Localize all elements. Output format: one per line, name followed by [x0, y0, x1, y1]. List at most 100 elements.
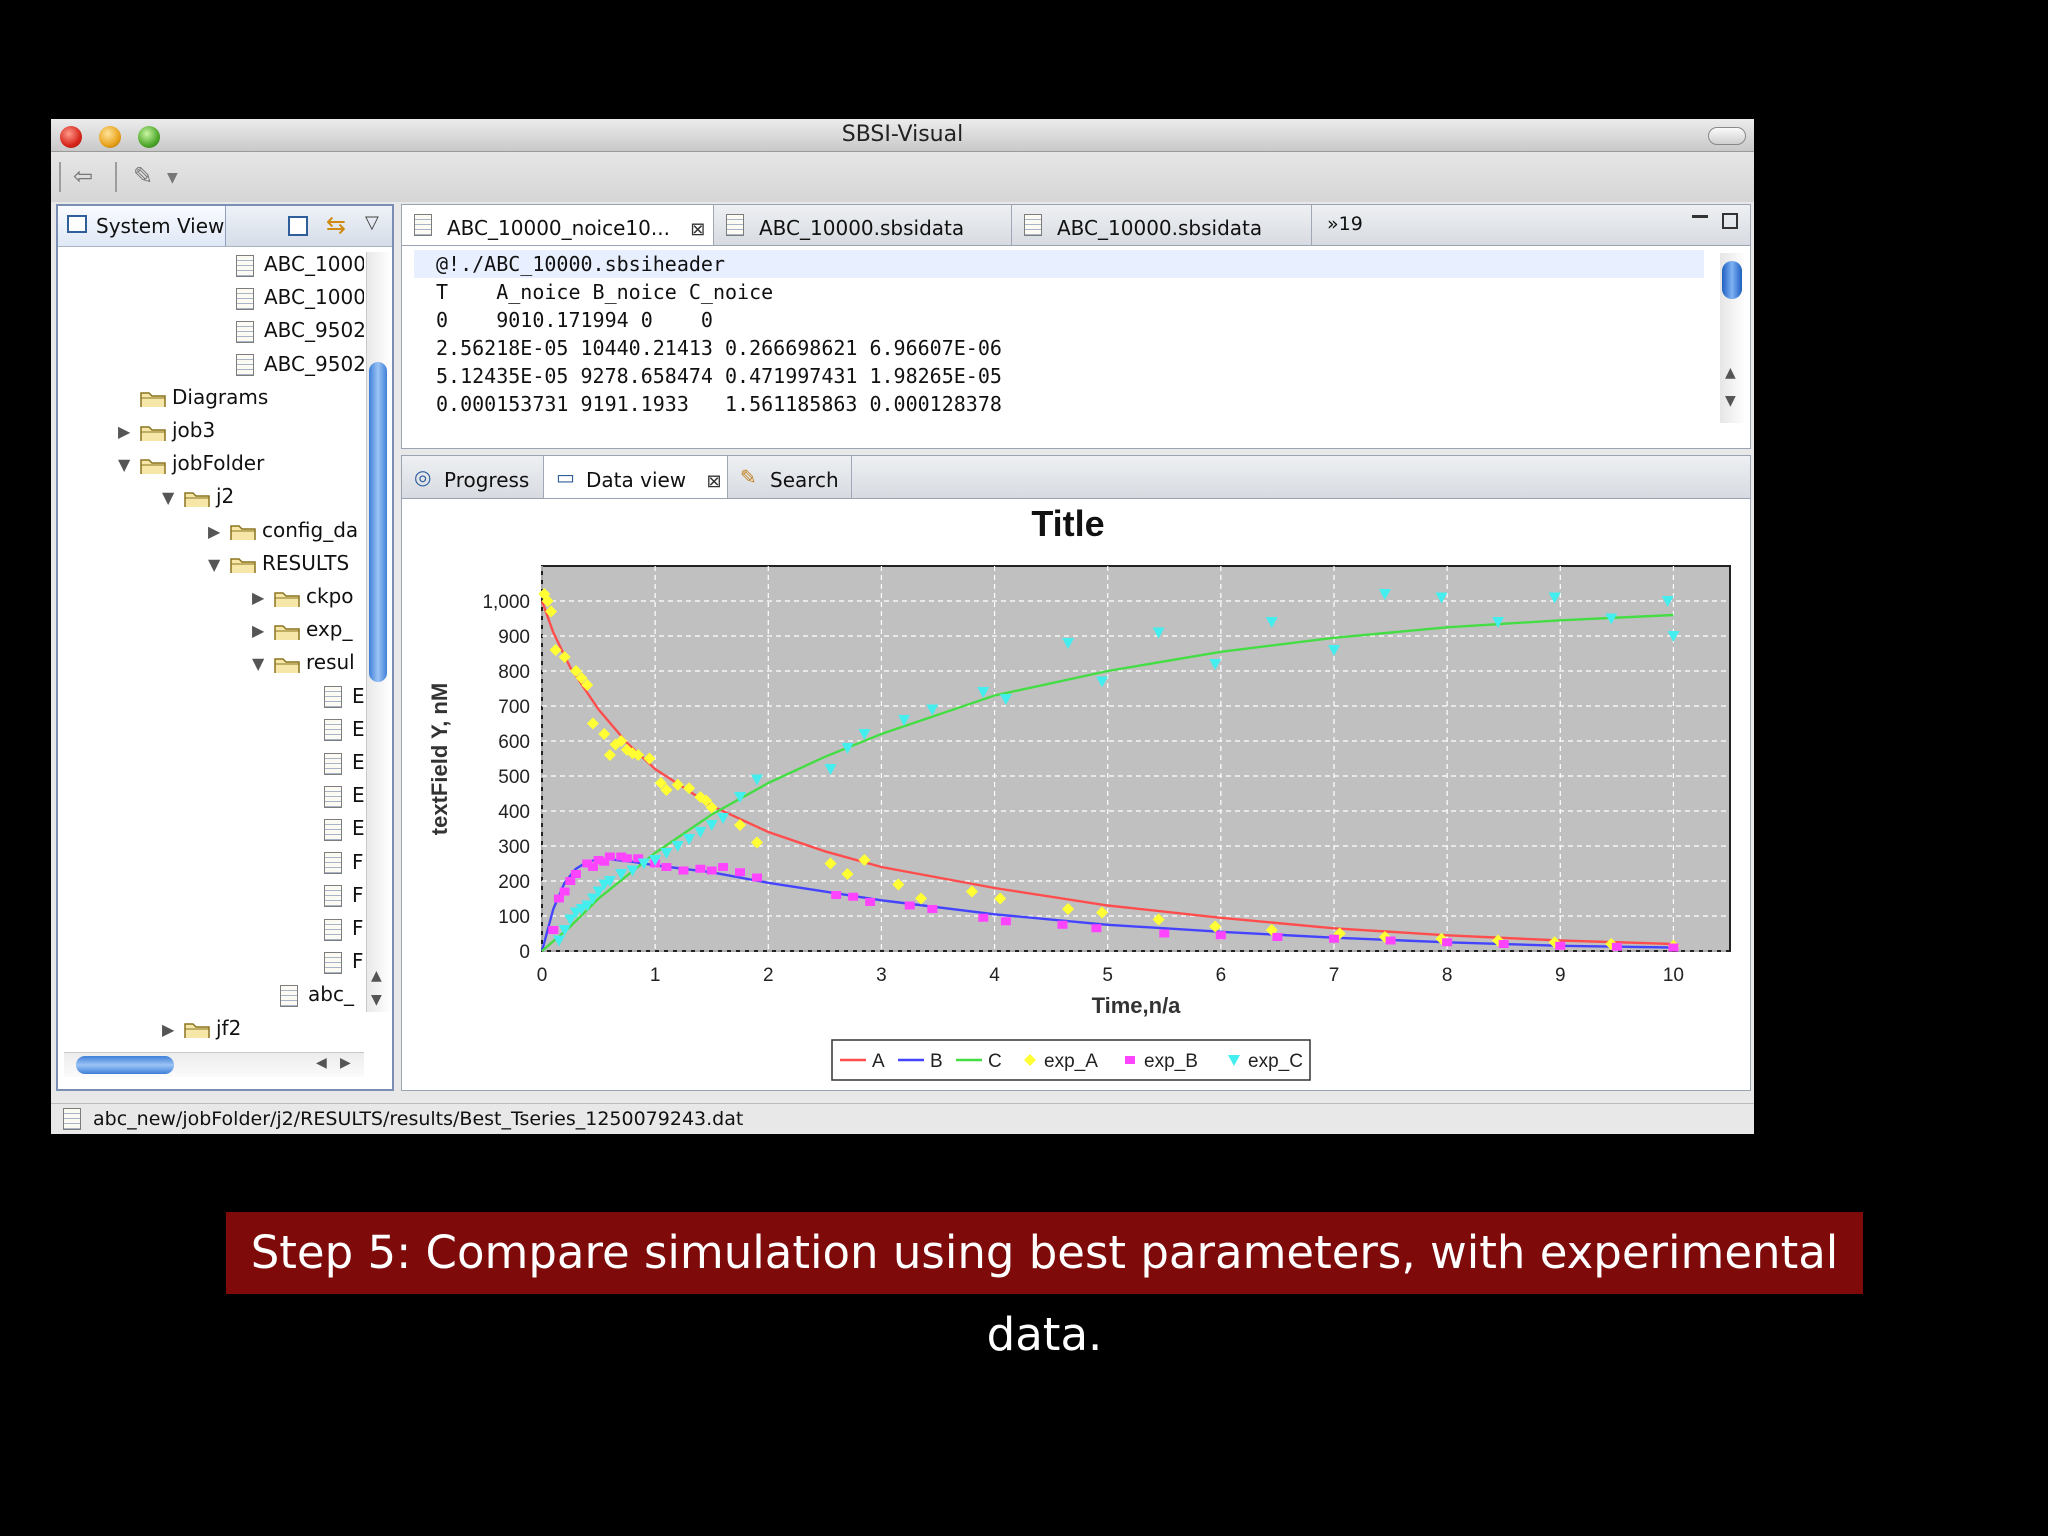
tab-editor-file-2[interactable]: ABC_10000.sbsidata: [714, 205, 1012, 245]
tree-item[interactable]: ABC_10000.sb: [236, 285, 364, 318]
scroll-down-arrow-icon[interactable]: ▼: [1725, 393, 1736, 409]
tab-label: System View: [96, 214, 225, 238]
tree-item[interactable]: ▼ jobFolder: [118, 451, 264, 484]
run-tool-icon[interactable]: ✎: [133, 162, 153, 190]
chevron-right-icon[interactable]: ▶: [208, 522, 230, 541]
progress-icon: ◎: [414, 465, 432, 489]
tab-label: ABC_10000.sbsidata: [1057, 216, 1263, 240]
file-icon: [236, 320, 254, 343]
tree-item[interactable]: ▶ ckpo: [252, 584, 354, 617]
tab-progress[interactable]: ◎ Progress: [402, 456, 544, 498]
tree-item[interactable]: ▶ job3: [118, 418, 215, 451]
code-line: 2.56218E-05 10440.21413 0.266698621 6.96…: [436, 336, 1002, 360]
scroll-left-arrow-icon[interactable]: ◀: [316, 1055, 327, 1071]
tree-item[interactable]: F: [324, 850, 364, 883]
chevron-down-icon[interactable]: ▼: [208, 555, 230, 574]
folder-icon: [140, 458, 166, 474]
collapse-all-icon[interactable]: [288, 216, 308, 236]
tree-item[interactable]: E: [324, 816, 364, 849]
tree-item[interactable]: ▶ jf2: [162, 1016, 241, 1049]
data-view-panel: ◎ Progress ▭ Data view ⊠ ✎ Search Title …: [401, 455, 1751, 1091]
data-point-exp_B: [706, 866, 717, 875]
file-icon: [324, 785, 342, 808]
tree-item[interactable]: ▼ resul: [252, 650, 355, 683]
tab-data-view[interactable]: ▭ Data view ⊠: [544, 456, 728, 498]
data-point-exp_B: [1057, 920, 1068, 929]
tree-item[interactable]: ▶ config_da: [208, 518, 358, 551]
tree-item-label: ABC_10000.sb: [264, 285, 364, 310]
folder-icon: [230, 558, 256, 574]
scroll-thumb[interactable]: [369, 362, 387, 682]
editor-vertical-scrollbar[interactable]: ▲ ▼: [1720, 253, 1744, 423]
tab-search[interactable]: ✎ Search: [728, 456, 852, 498]
chevron-right-icon[interactable]: ▶: [252, 588, 274, 607]
data-point-exp_B: [718, 863, 729, 871]
tab-editor-file-1[interactable]: ABC_10000_noice10... ⊠: [402, 205, 714, 245]
tree-item[interactable]: ▶ exp_: [252, 617, 352, 650]
tree-item[interactable]: E: [324, 783, 364, 816]
chevron-right-icon[interactable]: ▶: [162, 1020, 184, 1039]
chevron-right-icon[interactable]: ▶: [252, 621, 274, 640]
code-line: 0 9010.171994 0 0: [436, 308, 713, 332]
data-point-exp_B: [565, 877, 576, 885]
minimize-panel-icon[interactable]: [1692, 215, 1708, 218]
window-title: SBSI-Visual: [841, 122, 964, 147]
chevron-down-icon[interactable]: ▼: [162, 488, 184, 507]
view-menu-icon[interactable]: ▽: [365, 212, 379, 233]
tab-system-view[interactable]: System View: [58, 206, 226, 246]
data-point-exp_B: [1611, 942, 1622, 951]
scroll-up-arrow-icon[interactable]: ▲: [371, 968, 382, 984]
tree-item[interactable]: ▼ RESULTS: [208, 551, 349, 584]
tree-item[interactable]: ABC_9502030: [236, 352, 364, 385]
scroll-thumb[interactable]: [76, 1056, 174, 1074]
legend-label: A: [872, 1051, 885, 1072]
data-view-tab-bar: ◎ Progress ▭ Data view ⊠ ✎ Search: [402, 456, 1750, 499]
close-icon[interactable]: ⊠: [690, 219, 705, 240]
tab-overflow-button[interactable]: »19: [1327, 213, 1363, 235]
link-editor-icon[interactable]: ⇆: [326, 211, 346, 239]
close-icon[interactable]: ⊠: [707, 471, 722, 492]
scroll-right-arrow-icon[interactable]: ▶: [340, 1055, 351, 1071]
x-axis-label: Time,n/a: [1092, 993, 1182, 1018]
tree-item[interactable]: E: [324, 717, 364, 750]
editor-tab-bar: ABC_10000_noice10... ⊠ ABC_10000.sbsidat…: [402, 205, 1750, 246]
chevron-down-icon[interactable]: ▼: [252, 654, 274, 673]
tree-item[interactable]: F: [324, 916, 364, 949]
chevron-right-icon[interactable]: ▶: [118, 422, 140, 441]
scroll-up-arrow-icon[interactable]: ▲: [1725, 365, 1736, 381]
tree-item[interactable]: ABC_10000.sb: [236, 252, 364, 285]
chevron-down-icon[interactable]: ▼: [167, 170, 178, 186]
tree-item-label: E: [352, 816, 364, 841]
tab-editor-file-3[interactable]: ABC_10000.sbsidata: [1012, 205, 1312, 245]
tree-horizontal-scrollbar[interactable]: ◀ ▶: [64, 1052, 364, 1077]
tree-item[interactable]: Diagrams: [118, 385, 268, 418]
maximize-panel-icon[interactable]: [1722, 213, 1738, 229]
folder-icon: [274, 624, 300, 640]
tree-item[interactable]: E: [324, 684, 364, 717]
tree-item-label: job3: [172, 418, 216, 442]
status-path: abc_new/jobFolder/j2/RESULTS/results/Bes…: [93, 1108, 744, 1130]
file-icon: [324, 752, 342, 775]
tree-item-label: F: [352, 949, 364, 974]
code-line: T A_noice B_noice C_noice: [436, 280, 774, 304]
legend-swatch-exp_B: [1125, 1056, 1135, 1064]
x-tick-label: 4: [989, 965, 1000, 986]
code-area[interactable]: @!./ABC_10000.sbsiheader T A_noice B_noi…: [414, 250, 1704, 418]
y-tick-label: 800: [498, 662, 530, 683]
data-point-exp_B: [570, 870, 581, 878]
status-bar: abc_new/jobFolder/j2/RESULTS/results/Bes…: [51, 1103, 1754, 1134]
chevron-down-icon[interactable]: ▼: [118, 455, 140, 474]
tree-item[interactable]: F: [324, 949, 364, 982]
scroll-down-arrow-icon[interactable]: ▼: [371, 992, 382, 1008]
tree-item[interactable]: F: [324, 883, 364, 916]
tree-vertical-scrollbar[interactable]: ▲ ▼: [366, 252, 389, 1012]
scroll-thumb[interactable]: [1722, 261, 1742, 299]
back-arrow-icon[interactable]: ⇦: [73, 162, 93, 190]
tree-item[interactable]: ABC_9502030: [236, 318, 364, 351]
tree-item[interactable]: abc_: [280, 982, 354, 1015]
tree-item[interactable]: E: [324, 750, 364, 783]
tree-item[interactable]: ▼ j2: [162, 484, 234, 517]
toolbar-toggle-button[interactable]: [1708, 127, 1746, 145]
data-point-exp_B: [848, 892, 859, 901]
tree-item-label: config_da: [262, 517, 359, 542]
